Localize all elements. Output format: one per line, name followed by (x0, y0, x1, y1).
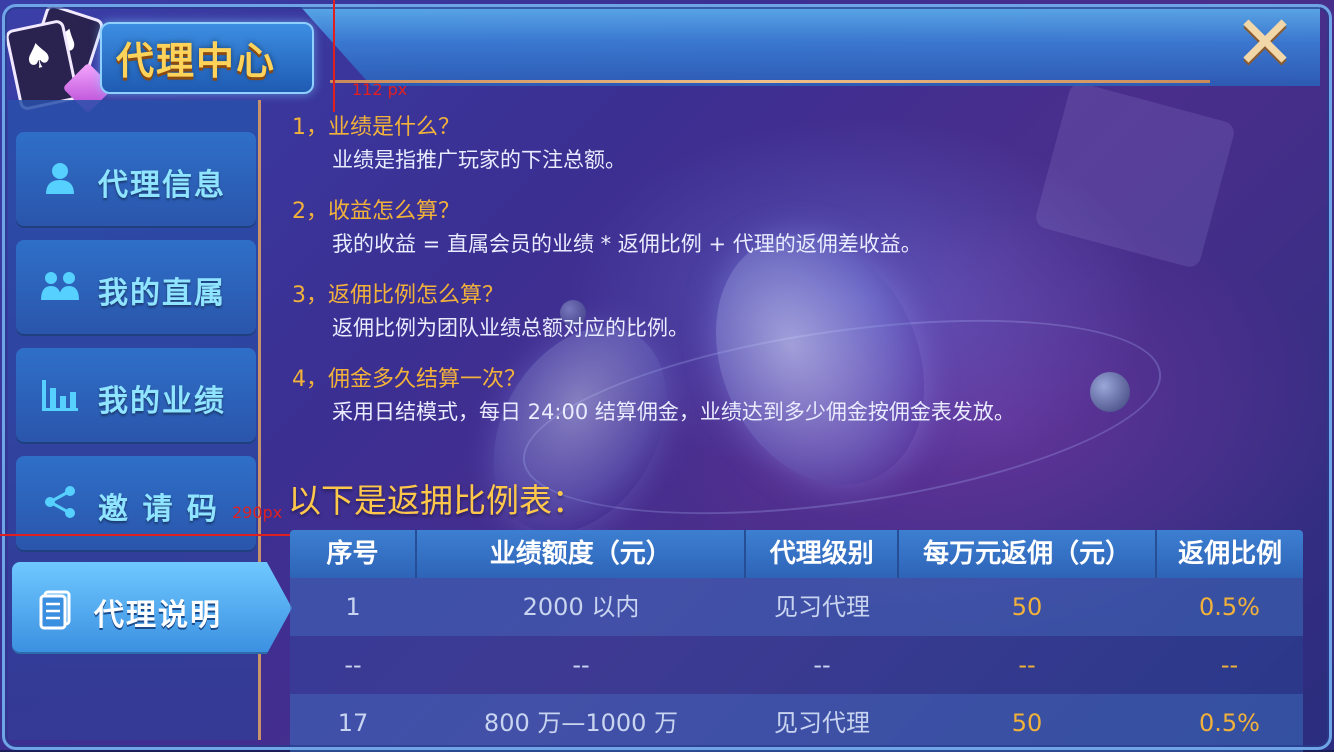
table-header: 序号 业绩额度（元） 代理级别 每万元返佣（元） 返佣比例 (290, 530, 1303, 578)
column-header: 业绩额度（元） (417, 530, 747, 578)
sidebar-item-agent-guide[interactable]: 代理说明 (12, 562, 292, 654)
sidebar-item-invite-code[interactable]: 邀 请 码 (16, 456, 256, 552)
sidebar-item-agent-info[interactable]: 代理信息 (16, 132, 256, 228)
document-icon (36, 590, 76, 630)
table-cell: -- (813, 651, 831, 679)
guide-label: 290px (232, 503, 283, 522)
column-header: 每万元返佣（元） (899, 530, 1158, 578)
table-cell: 见习代理 (774, 593, 870, 621)
table-cell: 2000 以内 (522, 593, 640, 621)
column-header: 代理级别 (746, 530, 900, 578)
sidebar-item-label: 邀 请 码 (98, 492, 219, 527)
page-title: 代理中心 (116, 39, 277, 83)
table-cell: 0.5% (1199, 593, 1260, 621)
share-icon (40, 484, 80, 524)
faq-question: 3，返佣比例怎么算？ (292, 283, 504, 308)
sidebar: 代理信息 我的直属 我的业绩 邀 请 码 代理说明 (8, 100, 292, 740)
guide-label: 112 px (352, 80, 408, 99)
sidebar-item-label: 我的直属 (98, 276, 226, 311)
close-icon: ✕ (1234, 0, 1297, 86)
table-cell: -- (1220, 651, 1239, 679)
sidebar-item-label: 代理说明 (94, 598, 222, 633)
sidebar-item-my-performance[interactable]: 我的业绩 (16, 348, 256, 444)
table-cell: -- (344, 651, 362, 679)
person-icon (40, 160, 80, 200)
bar-chart-icon (40, 376, 80, 416)
close-button[interactable]: ✕ (1220, 6, 1304, 84)
sidebar-item-label: 代理信息 (98, 168, 226, 203)
faq-list: 1，业绩是什么？ 业绩是指推广玩家的下注总额。 2，收益怎么算？ 我的收益 = … (292, 112, 1312, 448)
group-icon (40, 268, 80, 308)
commission-table: 序号 业绩额度（元） 代理级别 每万元返佣（元） 返佣比例 1 2000 以内 … (290, 530, 1303, 752)
faq-answer: 业绩是指推广玩家的下注总额。 (332, 148, 626, 172)
table-cell: -- (1018, 651, 1036, 679)
header-divider (330, 80, 1210, 83)
table-cell: 0.5% (1199, 709, 1260, 737)
faq-answer: 我的收益 = 直属会员的业绩 * 返佣比例 + 代理的返佣差收益。 (332, 232, 922, 256)
faq-answer: 采用日结模式，每日 24:00 结算佣金，业绩达到多少佣金按佣金表发放。 (332, 400, 1015, 424)
table-row: 1 2000 以内 见习代理 50 0.5% (290, 578, 1303, 636)
table-cell: -- (572, 651, 590, 679)
table-row: -- -- -- -- -- (290, 636, 1303, 694)
table-cell: 1 (345, 593, 361, 621)
commission-table-title: 以下是返拥比例表： (288, 481, 585, 520)
table-row: 17 800 万—1000 万 见习代理 50 0.5% (290, 694, 1303, 752)
header-bar (300, 6, 1320, 86)
guide-line-horizontal (0, 534, 290, 536)
guide-line-vertical (333, 0, 335, 112)
faq-question: 1，业绩是什么？ (292, 115, 460, 140)
faq-question: 4，佣金多久结算一次？ (292, 367, 526, 392)
cards-logo-icon: ♠ ♠ (4, 2, 114, 114)
table-cell: 50 (1011, 593, 1043, 621)
sidebar-item-label: 我的业绩 (98, 384, 226, 419)
column-header: 序号 (290, 530, 417, 578)
sidebar-item-my-direct[interactable]: 我的直属 (16, 240, 256, 336)
faq-question: 2，收益怎么算？ (292, 199, 460, 224)
table-cell: 见习代理 (774, 709, 870, 737)
table-cell: 17 (337, 709, 369, 737)
table-cell: 50 (1011, 709, 1043, 737)
faq-answer: 返佣比例为团队业绩总额对应的比例。 (332, 316, 689, 340)
table-cell: 800 万—1000 万 (483, 709, 679, 737)
column-header: 返佣比例 (1178, 539, 1283, 569)
